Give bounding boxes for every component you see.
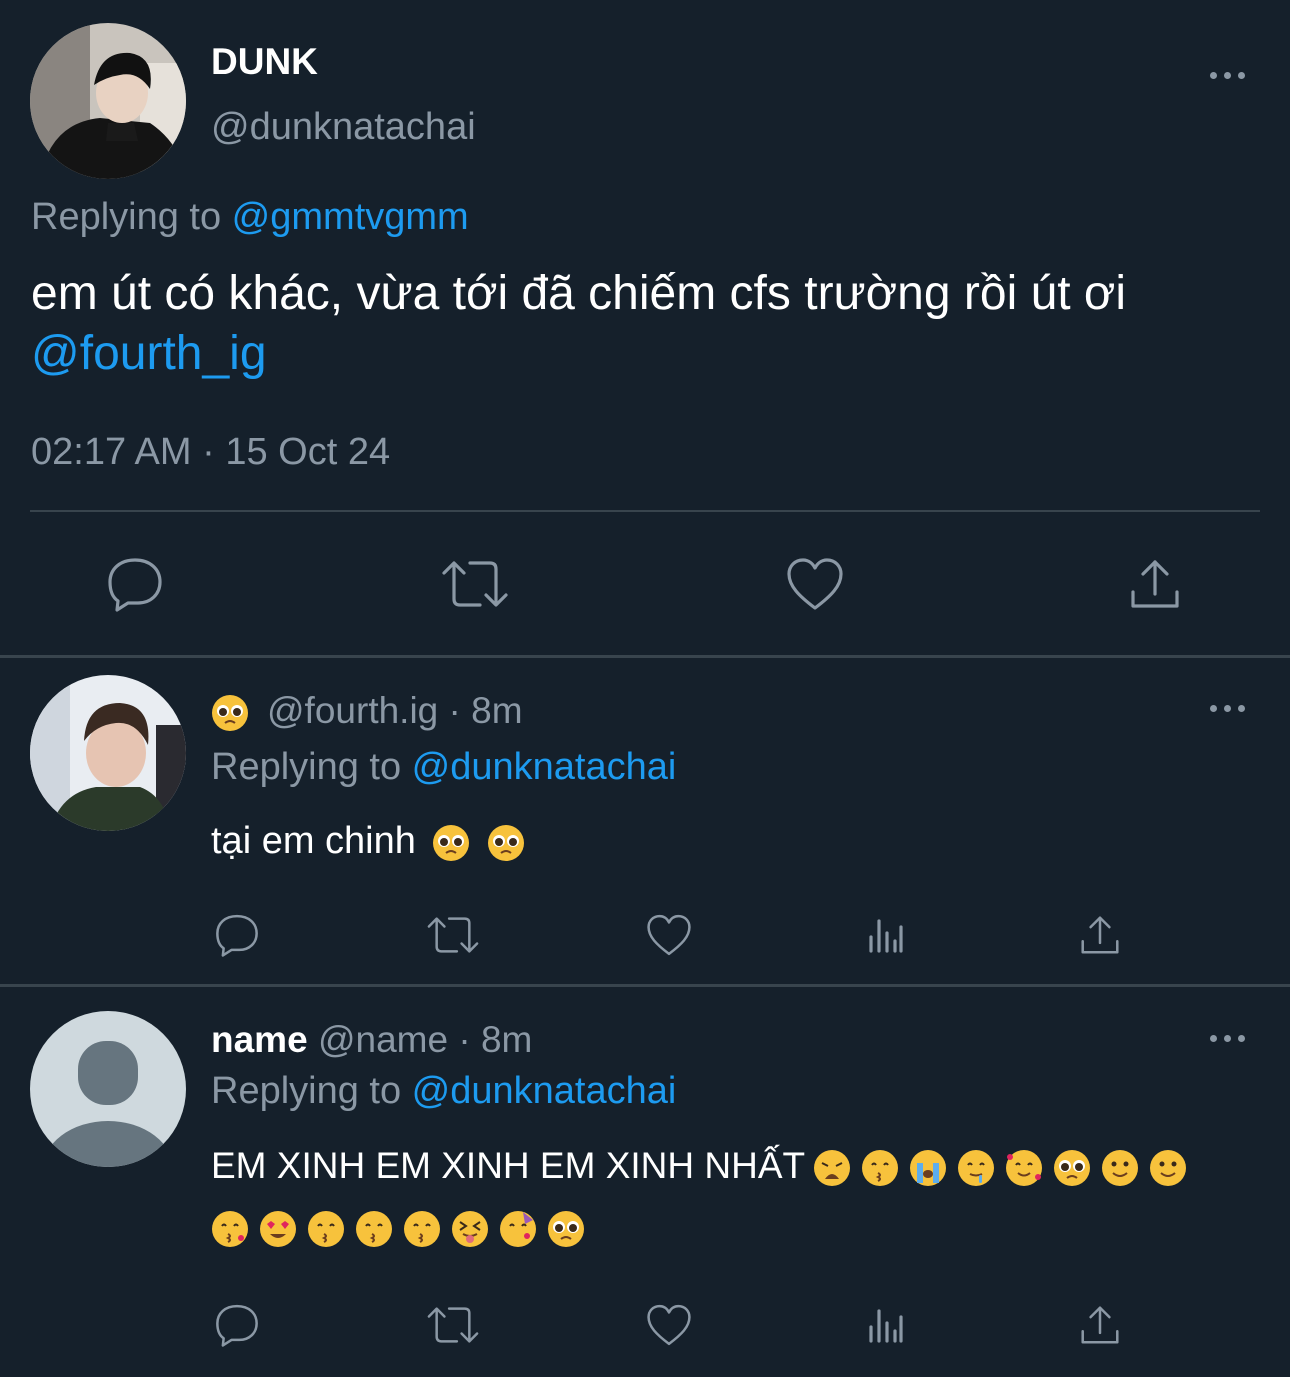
replying-handle-link[interactable]: @dunknatachai [412,1070,677,1112]
display-name[interactable]: DUNK [211,41,318,83]
replying-to: Replying to @dunknatachai [211,1070,676,1113]
pleading-face-icon [211,694,249,732]
reply-button[interactable] [210,910,264,960]
reply-text: tại em chinh [211,820,416,862]
reply-button[interactable] [100,552,170,616]
replying-to: Replying to @dunknatachai [211,746,676,789]
reply-text-line: EM XINH EM XINH EM XINH NHẤT [211,1145,1197,1187]
pleading-face-icon [1053,1149,1091,1187]
reply-header: @fourth.ig · 8m [211,690,523,732]
slightly-smiling-face-icon [1149,1149,1187,1187]
squinting-tongue-face-icon [451,1210,489,1248]
replying-prefix: Replying to [211,746,412,788]
replying-prefix: Replying to [211,1070,412,1112]
share-button[interactable] [1122,552,1188,616]
reply-text: EM XINH EM XINH EM XINH NHẤT [211,1145,806,1186]
share-icon [1081,1306,1119,1344]
replying-handle-link[interactable]: @gmmtvgmm [232,196,469,238]
display-name[interactable]: name [211,1019,308,1060]
replying-prefix: Replying to [31,196,232,238]
kissing-face-icon [403,1210,441,1248]
loudly-crying-face-icon [909,1149,947,1187]
user-handle[interactable]: @fourth.ig [267,690,438,731]
views-button[interactable] [860,1300,910,1350]
more-options-icon[interactable] [1208,701,1248,715]
partying-face-icon [499,1210,537,1248]
heart-icon [647,914,691,956]
views-icon [869,919,903,953]
heart-icon [787,558,843,610]
relative-time[interactable]: · 8m [449,690,523,731]
divider [0,984,1290,987]
reply-icon [216,1304,258,1347]
pleading-face-icon [487,824,525,862]
retweet-icon [442,561,508,607]
face-blowing-kiss-icon [211,1210,249,1248]
smiling-face-with-hearts-icon [1005,1149,1043,1187]
kissing-smiling-eyes-face-icon [861,1149,899,1187]
reply-icon [216,914,258,957]
user-handle[interactable]: @name [318,1019,448,1060]
relative-time[interactable]: · 8m [458,1019,532,1060]
share-button[interactable] [1074,910,1126,960]
views-icon [869,1309,903,1343]
avatar-default[interactable] [30,1011,186,1167]
views-button[interactable] [860,910,910,960]
retweet-button[interactable] [424,910,482,960]
reply-text-line: tại em chinh [211,820,525,863]
timestamp[interactable]: 02:17 AM · 15 Oct 24 [31,431,390,474]
reply-button[interactable] [210,1300,264,1350]
share-button[interactable] [1074,1300,1126,1350]
emoji-row [211,1210,595,1248]
like-button[interactable] [782,552,848,616]
like-button[interactable] [642,910,696,960]
divider [30,510,1260,512]
retweet-icon [427,917,479,953]
share-icon [1131,560,1179,608]
tweet-text: em út có khác, vừa tới đã chiếm cfs trườ… [31,267,1127,320]
retweet-button[interactable] [438,552,512,616]
retweet-icon [427,1307,479,1343]
heart-eyes-face-icon [259,1210,297,1248]
drooling-face-icon [957,1149,995,1187]
replying-handle-link[interactable]: @dunknatachai [412,746,677,788]
like-button[interactable] [642,1300,696,1350]
user-handle[interactable]: @dunknatachai [211,106,476,149]
reply-icon [108,558,162,612]
more-options-icon[interactable] [1208,1031,1248,1045]
smiling-face-icon [1101,1149,1139,1187]
divider [0,655,1290,658]
pleading-face-icon [432,824,470,862]
kissing-face-with-smiling-eyes-icon [355,1210,393,1248]
kissing-smiling-eyes-face-icon [307,1210,345,1248]
share-icon [1081,916,1119,954]
weary-face-icon [813,1149,851,1187]
reply-header: name @name · 8m [211,1019,532,1061]
retweet-button[interactable] [424,1300,482,1350]
avatar-dunk[interactable] [30,23,186,179]
mention-link[interactable]: @fourth_ig [31,326,267,381]
face-holding-back-tears-icon [547,1210,585,1248]
heart-icon [647,1304,691,1346]
more-options-icon[interactable] [1208,68,1248,82]
emoji-row [813,1145,1197,1187]
replying-to: Replying to @gmmtvgmm [31,196,469,239]
avatar-fourth[interactable] [30,675,186,831]
